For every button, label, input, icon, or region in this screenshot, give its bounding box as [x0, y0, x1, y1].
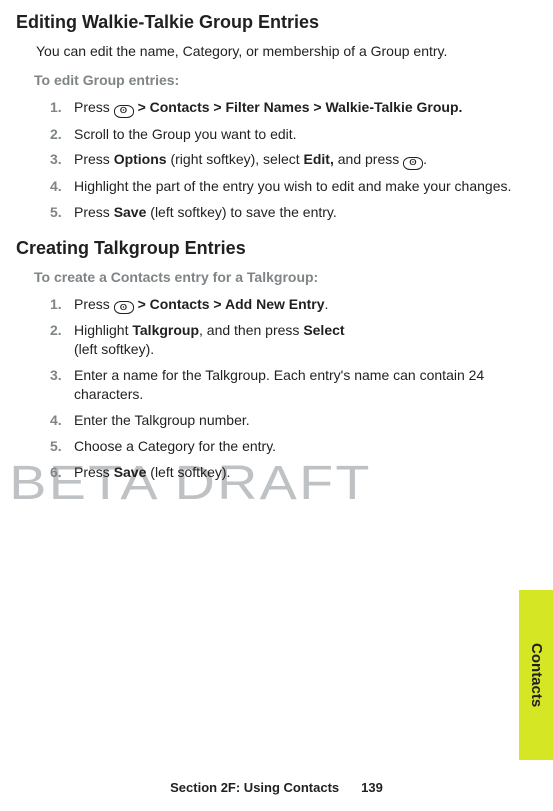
text-bold: Edit, [304, 151, 334, 167]
ok-key-icon: ⵙ [114, 105, 134, 118]
step-number: 1. [50, 295, 74, 314]
text-bold: > Contacts > Add New Entry [134, 296, 325, 312]
subhead-to-create: To create a Contacts entry for a Talkgro… [34, 268, 519, 287]
page-footer: Section 2F: Using Contacts 139 [0, 779, 553, 797]
intro-paragraph: You can edit the name, Category, or memb… [36, 42, 519, 61]
side-tab-contacts: Contacts [519, 590, 553, 760]
text: Press [74, 204, 114, 220]
side-tab-label: Contacts [526, 643, 546, 707]
step-number: 6. [50, 463, 74, 482]
step-1: 1. Press ⵙ > Contacts > Add New Entry. [50, 295, 519, 315]
step-number: 4. [50, 411, 74, 430]
step-4: 4. Highlight the part of the entry you w… [50, 177, 519, 196]
step-2: 2. Highlight Talkgroup, and then press S… [50, 321, 519, 359]
step-number: 5. [50, 203, 74, 222]
text: Press [74, 296, 114, 312]
step-body: Press Options (right softkey), select Ed… [74, 150, 519, 170]
step-body: Enter a name for the Talkgroup. Each ent… [74, 366, 519, 404]
step-body: Press ⵙ > Contacts > Add New Entry. [74, 295, 519, 315]
step-1: 1. Press ⵙ > Contacts > Filter Names > W… [50, 98, 519, 118]
step-body: Choose a Category for the entry. [74, 437, 519, 456]
step-number: 2. [50, 125, 74, 144]
text: (left softkey). [74, 341, 154, 357]
step-number: 2. [50, 321, 74, 340]
text: (left softkey) to save the entry. [146, 204, 336, 220]
step-2: 2. Scroll to the Group you want to edit. [50, 125, 519, 144]
text-bold: Select [303, 322, 344, 338]
text-bold: Talkgroup [132, 322, 199, 338]
step-6: 6. Press Save (left softkey). [50, 463, 519, 482]
ok-key-icon: ⵙ [403, 157, 423, 170]
step-body: Press Save (left softkey). [74, 463, 519, 482]
text: . [423, 151, 427, 167]
text: Highlight [74, 322, 132, 338]
steps-edit-group: 1. Press ⵙ > Contacts > Filter Names > W… [50, 98, 519, 222]
step-body: Press ⵙ > Contacts > Filter Names > Walk… [74, 98, 519, 118]
ok-key-icon: ⵙ [114, 301, 134, 314]
text: . [325, 296, 329, 312]
heading-creating-talkgroup: Creating Talkgroup Entries [16, 236, 519, 260]
step-number: 3. [50, 150, 74, 169]
footer-page-number: 139 [361, 780, 383, 795]
step-3: 3. Enter a name for the Talkgroup. Each … [50, 366, 519, 404]
heading-editing-walkie-talkie: Editing Walkie-Talkie Group Entries [16, 10, 519, 34]
text: and press [334, 151, 403, 167]
step-number: 4. [50, 177, 74, 196]
subhead-to-edit: To edit Group entries: [34, 71, 519, 90]
step-3: 3. Press Options (right softkey), select… [50, 150, 519, 170]
step-body: Scroll to the Group you want to edit. [74, 125, 519, 144]
step-5: 5. Press Save (left softkey) to save the… [50, 203, 519, 222]
text: , and then press [199, 322, 303, 338]
step-number: 3. [50, 366, 74, 385]
step-4: 4. Enter the Talkgroup number. [50, 411, 519, 430]
text: Press [74, 99, 114, 115]
text: Press [74, 151, 114, 167]
text: (left softkey). [146, 464, 230, 480]
step-body: Press Save (left softkey) to save the en… [74, 203, 519, 222]
text-bold: > Contacts > Filter Names > Walkie-Talki… [134, 99, 463, 115]
text-bold: Options [114, 151, 167, 167]
text-bold: Save [114, 464, 147, 480]
steps-create-talkgroup: 1. Press ⵙ > Contacts > Add New Entry. 2… [50, 295, 519, 482]
text-bold: Save [114, 204, 147, 220]
step-body: Enter the Talkgroup number. [74, 411, 519, 430]
step-5: 5. Choose a Category for the entry. [50, 437, 519, 456]
step-number: 1. [50, 98, 74, 117]
step-body: Highlight Talkgroup, and then press Sele… [74, 321, 519, 359]
step-number: 5. [50, 437, 74, 456]
step-body: Highlight the part of the entry you wish… [74, 177, 519, 196]
text: (right softkey), select [167, 151, 304, 167]
text: Press [74, 464, 114, 480]
footer-title: Section 2F: Using Contacts [170, 780, 339, 795]
